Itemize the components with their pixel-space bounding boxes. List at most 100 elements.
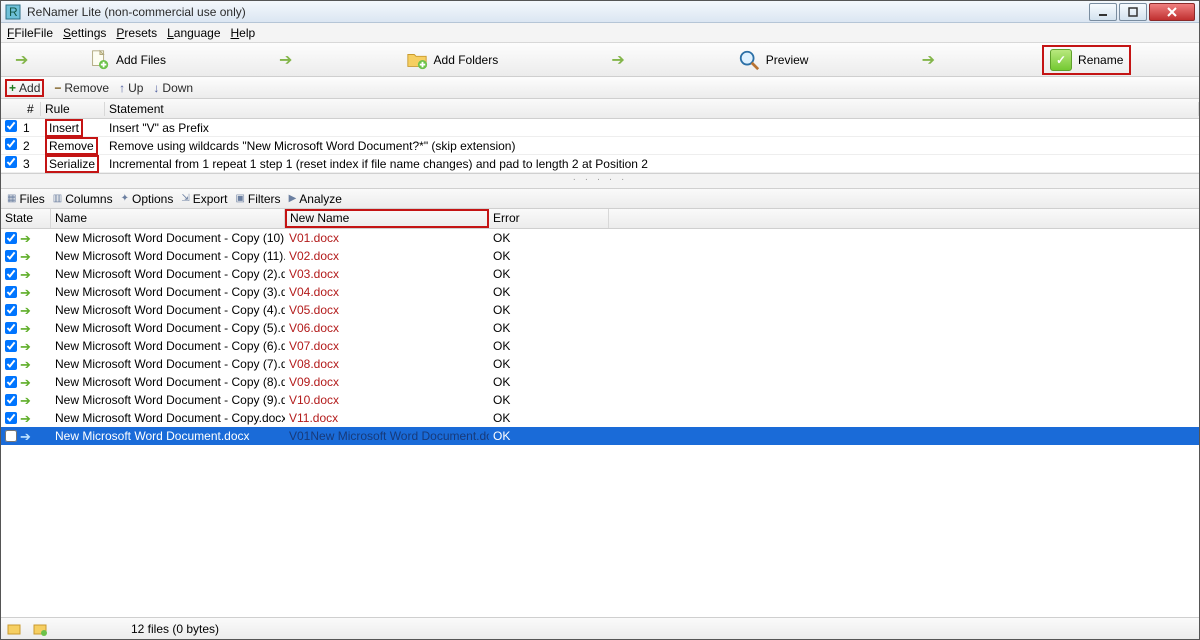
rule-row[interactable]: 1InsertInsert "V" as Prefix [1, 119, 1199, 137]
file-checkbox[interactable] [5, 394, 17, 406]
titlebar: R ReNamer Lite (non-commercial use only) [1, 1, 1199, 23]
main-toolbar: ➔ Add Files ➔ Add Folders ➔ Preview ➔ ✓ … [1, 43, 1199, 77]
add-folders-button[interactable]: Add Folders [400, 47, 505, 73]
file-row[interactable]: ➔New Microsoft Word Document - Copy (5).… [1, 319, 1199, 337]
splitter-handle[interactable]: · · · · · [1, 173, 1199, 189]
file-row[interactable]: ➔New Microsoft Word Document - Copy.docx… [1, 409, 1199, 427]
col-state[interactable]: State [1, 209, 51, 228]
preview-button[interactable]: Preview [732, 47, 815, 73]
rules-header-rule[interactable]: Rule [41, 102, 105, 116]
rule-checkbox[interactable] [5, 138, 17, 150]
file-name: New Microsoft Word Document - Copy (3).d… [51, 285, 285, 299]
add-rule-button[interactable]: +Add [5, 79, 44, 97]
rule-checkbox[interactable] [5, 156, 17, 168]
file-row[interactable]: ➔New Microsoft Word Document - Copy (10)… [1, 229, 1199, 247]
file-row[interactable]: ➔New Microsoft Word Document.docxV01New … [1, 427, 1199, 445]
status-arrow-icon: ➔ [20, 232, 31, 245]
maximize-button[interactable] [1119, 3, 1147, 21]
file-row[interactable]: ➔New Microsoft Word Document - Copy (11)… [1, 247, 1199, 265]
file-newname: V06.docx [285, 321, 489, 335]
rule-row[interactable]: 2RemoveRemove using wildcards "New Micro… [1, 137, 1199, 155]
file-row[interactable]: ➔ New Microsoft Word Document - Copy (3).… [1, 283, 1199, 301]
files-list[interactable]: State Name New Name Error ➔New Microsoft… [1, 209, 1199, 617]
file-name: New Microsoft Word Document - Copy (2).d… [51, 267, 285, 281]
col-name[interactable]: Name [51, 209, 285, 228]
file-row[interactable]: ➔New Microsoft Word Document - Copy (6).… [1, 337, 1199, 355]
filters-menu[interactable]: ▣Filters [235, 192, 280, 206]
file-error: OK [489, 393, 609, 407]
status-arrow-icon: ➔ [20, 358, 31, 371]
file-checkbox[interactable] [5, 322, 17, 334]
add-files-button[interactable]: Add Files [82, 47, 172, 73]
file-row[interactable]: ➔ New Microsoft Word Document - Copy (4).… [1, 301, 1199, 319]
arrow-icon: ➔ [922, 50, 935, 70]
col-error[interactable]: Error [489, 209, 609, 228]
file-checkbox[interactable] [5, 268, 17, 280]
file-checkbox[interactable] [5, 286, 17, 298]
analyze-menu[interactable]: ▶Analyze [289, 192, 342, 206]
export-menu[interactable]: ⇲Export [181, 192, 227, 206]
rule-up-button[interactable]: ↑Up [119, 81, 143, 95]
rule-down-button[interactable]: ↓Down [153, 81, 193, 95]
file-name: New Microsoft Word Document - Copy (4).d… [51, 303, 285, 317]
status-arrow-icon: ➔ [20, 304, 31, 317]
file-newname: V02.docx [285, 249, 489, 263]
columns-menu[interactable]: ▥Columns [53, 192, 113, 206]
status-arrow-icon: ➔ [20, 250, 31, 263]
minimize-button[interactable] [1089, 3, 1117, 21]
file-newname: V10.docx [285, 393, 489, 407]
status-arrow-icon: ➔ [20, 376, 31, 389]
file-error: OK [489, 429, 609, 443]
remove-rule-button[interactable]: −Remove [54, 81, 109, 95]
magnifier-icon [738, 49, 760, 71]
file-checkbox[interactable] [5, 232, 17, 244]
file-error: OK [489, 411, 609, 425]
status-arrow-icon: ➔ [20, 286, 31, 299]
file-newname: V03.docx [285, 267, 489, 281]
file-checkbox[interactable] [5, 340, 17, 352]
file-checkbox[interactable] [5, 358, 17, 370]
rules-header-statement[interactable]: Statement [105, 102, 1199, 116]
rule-statement: Insert "V" as Prefix [105, 121, 1199, 135]
file-name: New Microsoft Word Document - Copy (8).d… [51, 375, 285, 389]
file-newname: V01.docx [285, 231, 489, 245]
file-newname: V04.docx [285, 285, 489, 299]
status-arrow-icon: ➔ [20, 340, 31, 353]
file-checkbox[interactable] [5, 250, 17, 262]
file-error: OK [489, 339, 609, 353]
menu-settings[interactable]: Settings [63, 26, 106, 40]
arrow-icon: ➔ [15, 50, 28, 70]
file-checkbox[interactable] [5, 430, 17, 442]
status-arrow-icon: ➔ [20, 430, 31, 443]
options-menu[interactable]: ✦Options [121, 192, 174, 206]
file-row[interactable]: ➔New Microsoft Word Document - Copy (9).… [1, 391, 1199, 409]
menu-presets[interactable]: Presets [116, 26, 157, 40]
files-menu[interactable]: ▦Files [7, 192, 45, 206]
close-button[interactable] [1149, 3, 1195, 21]
files-toolbar: ▦Files ▥Columns ✦Options ⇲Export ▣Filter… [1, 189, 1199, 209]
folder-add-icon [406, 49, 428, 71]
menu-language[interactable]: Language [167, 26, 220, 40]
preview-label: Preview [766, 53, 809, 67]
rename-button[interactable]: ✓ Rename [1042, 45, 1131, 75]
file-newname: V08.docx [285, 357, 489, 371]
rule-row[interactable]: 3SerializeIncremental from 1 repeat 1 st… [1, 155, 1199, 173]
file-row[interactable]: ➔New Microsoft Word Document - Copy (2).… [1, 265, 1199, 283]
file-error: OK [489, 375, 609, 389]
file-checkbox[interactable] [5, 304, 17, 316]
rules-toolbar: +Add −Remove ↑Up ↓Down [1, 77, 1199, 99]
rule-statement: Remove using wildcards "New Microsoft Wo… [105, 139, 1199, 153]
file-row[interactable]: ➔ New Microsoft Word Document - Copy (8).… [1, 373, 1199, 391]
file-checkbox[interactable] [5, 412, 17, 424]
menu-file[interactable]: FFileFile [7, 26, 53, 40]
col-newname[interactable]: New Name [285, 209, 489, 228]
rule-name: Remove [41, 137, 105, 155]
menu-help[interactable]: Help [231, 26, 256, 40]
status-arrow-icon: ➔ [20, 394, 31, 407]
file-row[interactable]: ➔New Microsoft Word Document - Copy (7).… [1, 355, 1199, 373]
status-icon [7, 622, 21, 636]
rules-header-num[interactable]: # [23, 102, 41, 116]
add-files-label: Add Files [116, 53, 166, 67]
file-checkbox[interactable] [5, 376, 17, 388]
rule-checkbox[interactable] [5, 120, 17, 132]
